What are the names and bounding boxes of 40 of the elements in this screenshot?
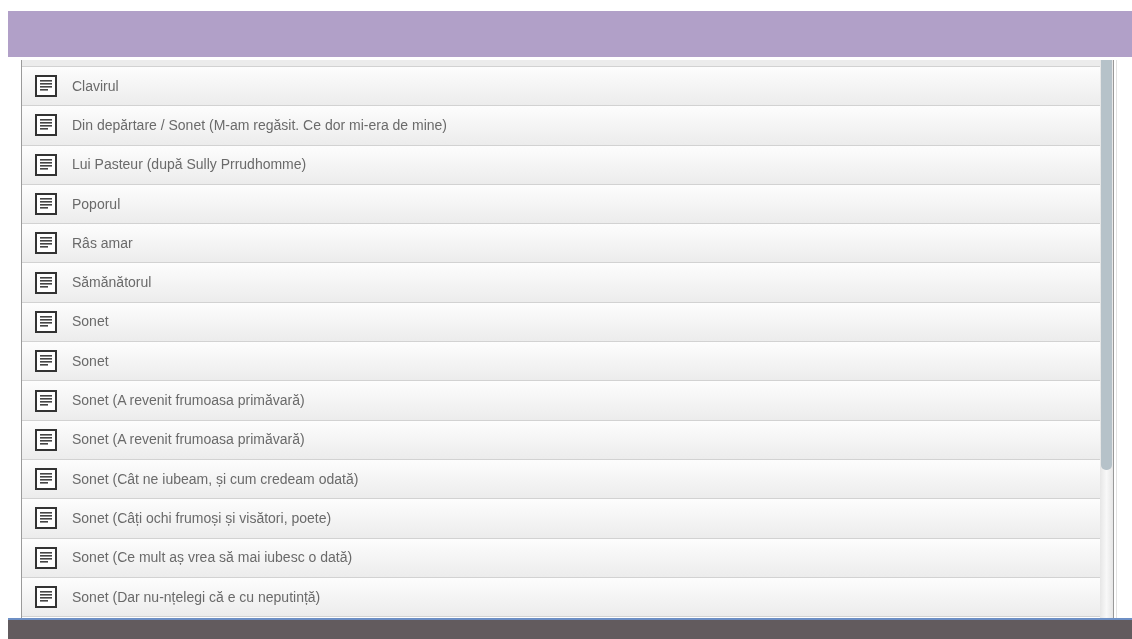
item-title: Sonet (A revenit frumoasa primăvară) — [72, 430, 305, 450]
list-item[interactable]: Râs amar — [22, 224, 1100, 264]
list-item[interactable]: Sonet (Câți ochi frumoși și visători, poete) — [22, 499, 1100, 539]
document-icon — [35, 75, 57, 98]
scrollbar-thumb[interactable] — [1101, 60, 1112, 470]
item-title: Râs amar — [72, 233, 133, 253]
scrollbar-track[interactable] — [1100, 60, 1114, 618]
list-item[interactable]: Sămănătorul — [22, 263, 1100, 303]
item-title: Sonet (Cât ne iubeam, și cum credeam odată) — [72, 469, 359, 489]
item-title: Sonet (A revenit frumoasa primăvară) — [72, 391, 305, 410]
document-icon — [35, 350, 57, 373]
item-title: Lui Pasteur (după Sully Prrudhomme) — [72, 155, 307, 175]
document-icon — [35, 114, 57, 137]
document-icon — [35, 389, 57, 412]
document-icon — [35, 153, 57, 176]
item-title: Sonet (Ce mult aș vrea să mai iubesc o dată) — [72, 548, 353, 568]
list-item[interactable]: Clavirul — [22, 67, 1100, 107]
document-icon — [35, 507, 57, 530]
item-title: Poporul — [72, 194, 121, 214]
item-title: Din depărtare / Sonet (M-am regăsit. Ce dor mi-era de mine) — [72, 115, 448, 135]
document-icon — [35, 468, 57, 491]
document-icon — [35, 232, 57, 255]
document-icon — [35, 193, 57, 216]
item-title: Sonet (Câți ochi frumoși și visători, poete) — [72, 508, 332, 528]
list-item[interactable]: Din depărtare / Sonet (M-am regăsit. Ce dor mi-era de mine) — [22, 106, 1100, 146]
document-icon — [35, 310, 57, 333]
document-icon — [35, 586, 57, 608]
item-title: Sămănătorul — [72, 273, 152, 293]
list-item[interactable]: Sonet — [22, 342, 1100, 382]
list-item[interactable]: Lui Pasteur (după Sully Prrudhomme) — [22, 145, 1100, 185]
item-title: Sonet — [72, 312, 109, 332]
document-icon — [35, 546, 57, 569]
list-item[interactable]: Sonet (A revenit frumoasa primăvară) — [22, 381, 1100, 421]
document-icon — [35, 271, 57, 294]
item-title: Sonet (Dar nu-nțelegi că e cu neputință) — [72, 587, 321, 607]
item-title: Clavirul — [72, 76, 119, 96]
document-icon — [35, 428, 57, 451]
item-title: Sonet — [72, 351, 109, 371]
list-item[interactable]: Sonet (Dar nu-nțelegi că e cu neputință) — [22, 577, 1100, 618]
list-item[interactable]: Sonet (Cât ne iubeam, și cum credeam odată) — [22, 459, 1100, 500]
